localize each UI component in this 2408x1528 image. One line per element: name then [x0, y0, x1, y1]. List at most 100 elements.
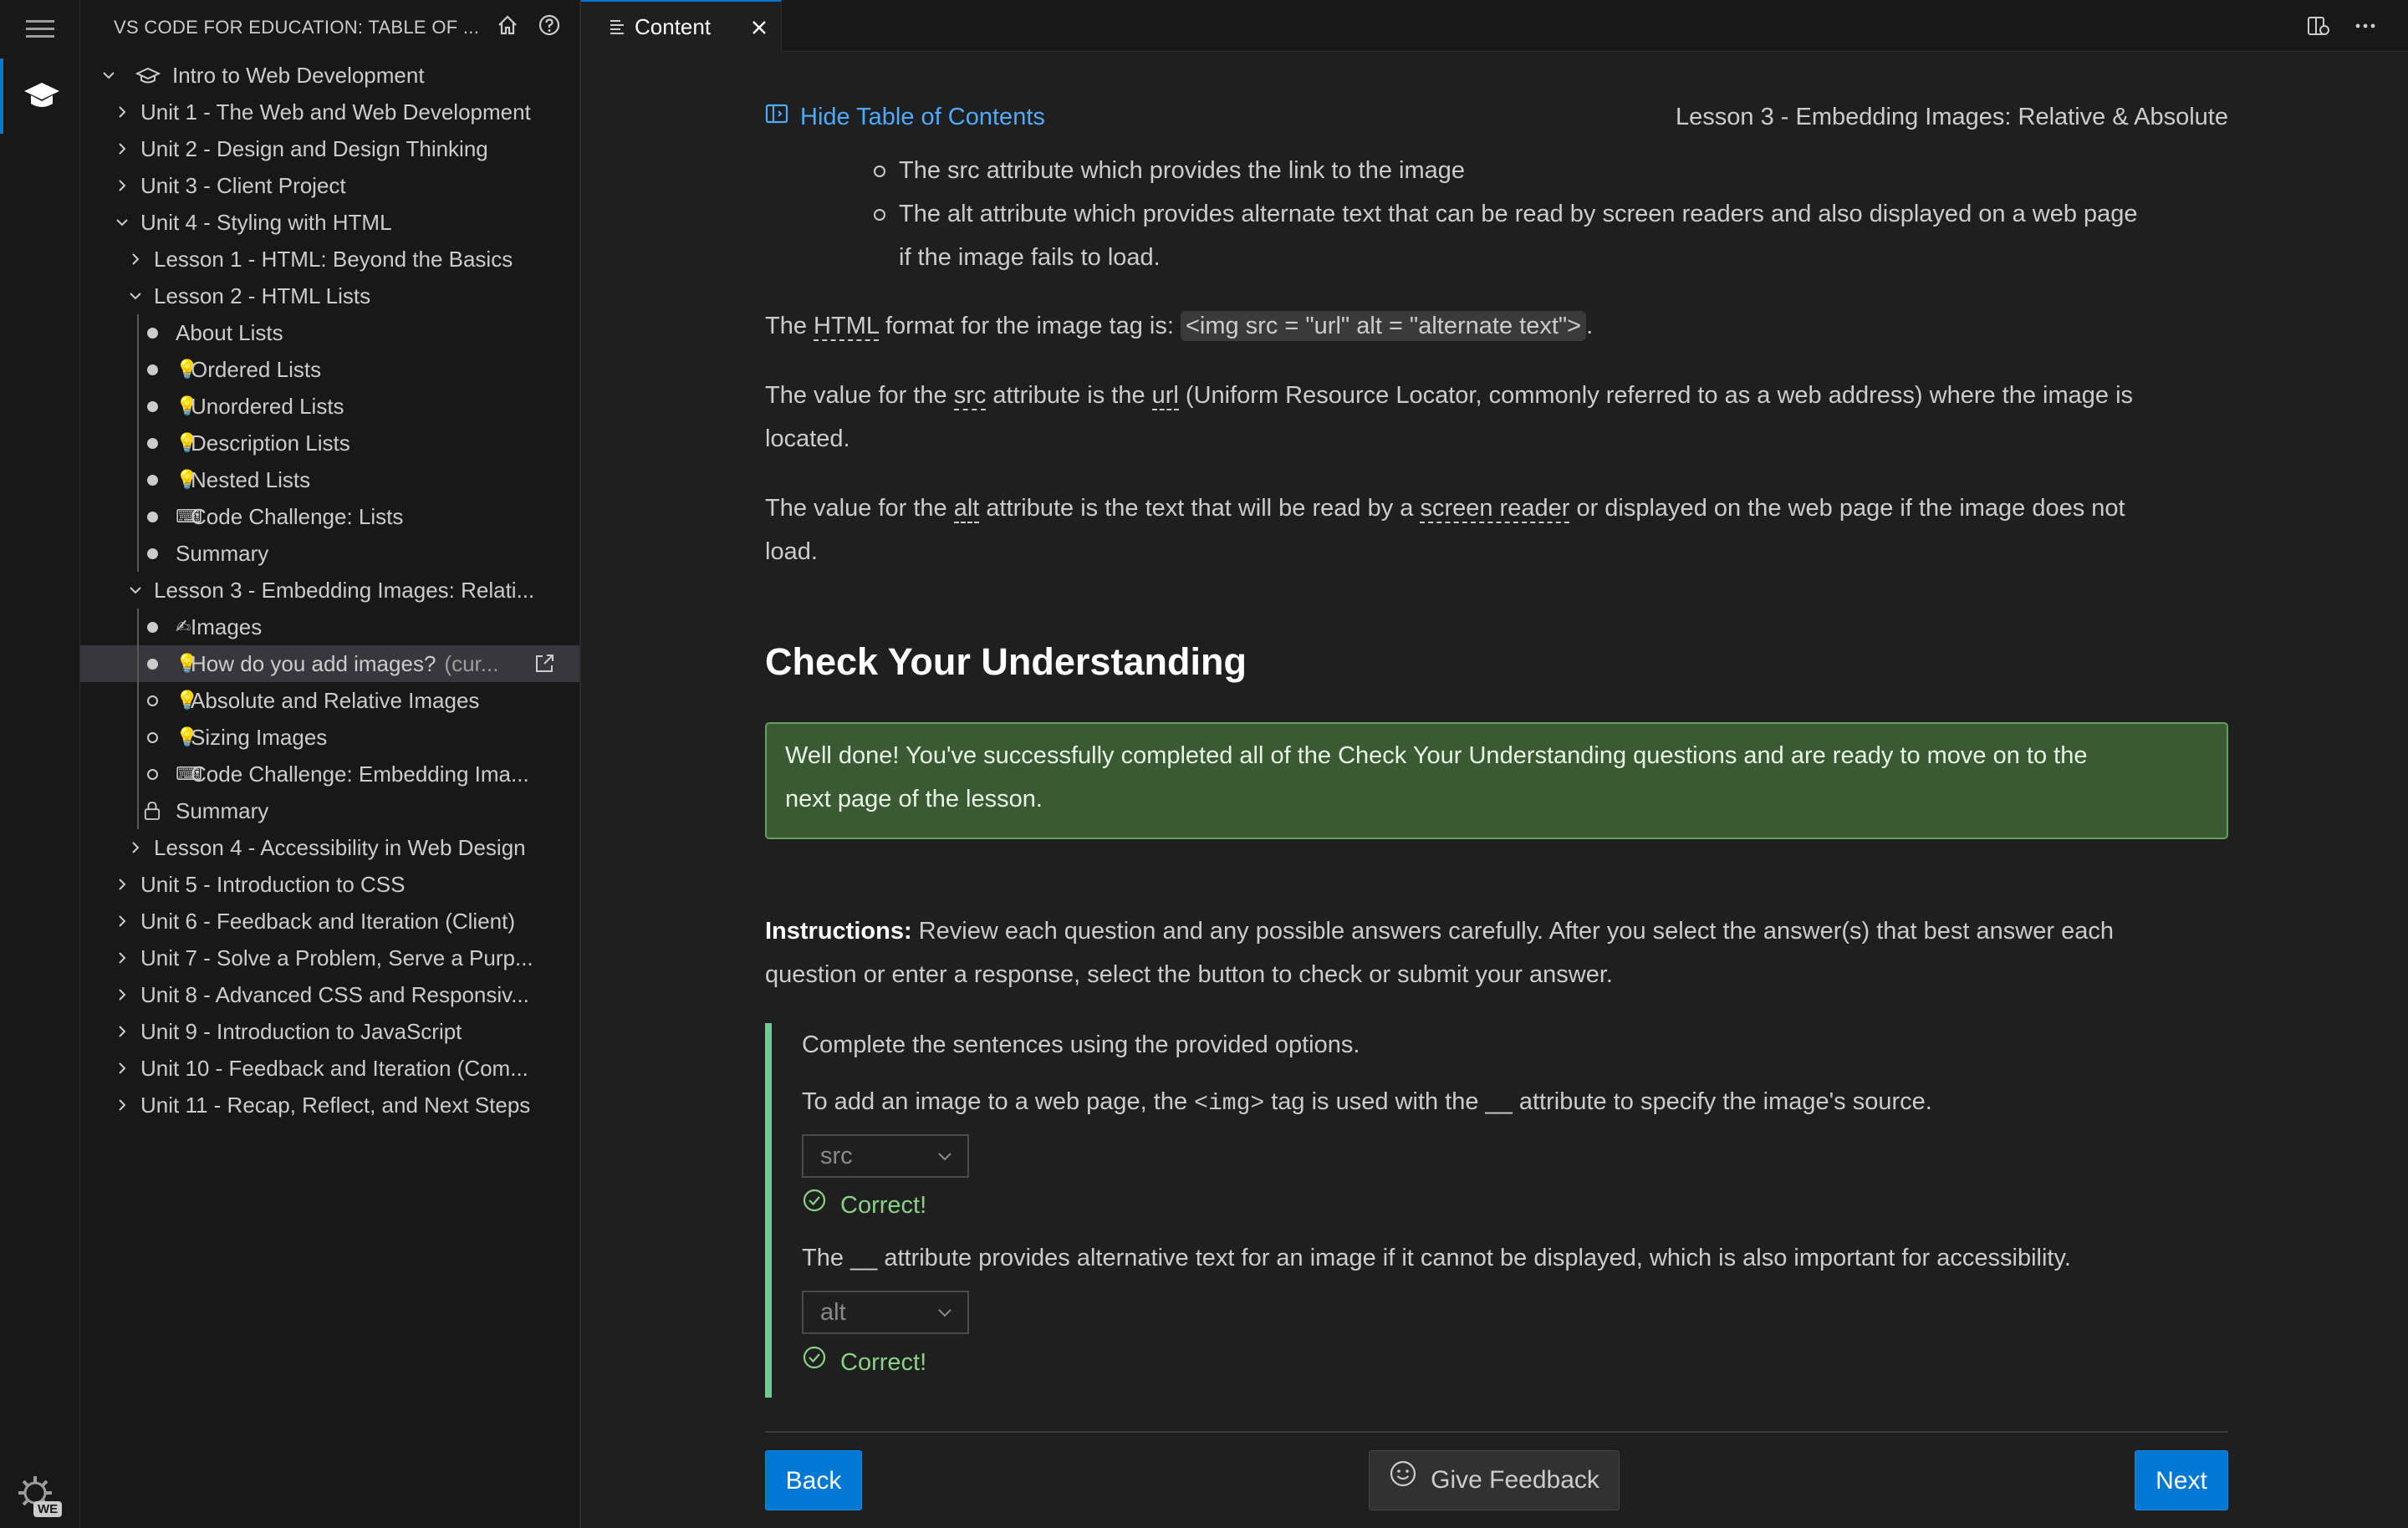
hamburger-menu-icon[interactable] — [23, 15, 57, 40]
list-icon — [610, 18, 626, 40]
chevron-right-icon[interactable] — [110, 976, 134, 1013]
toc-page-item[interactable]: 💡 Unordered Lists — [80, 388, 579, 425]
toc-page-item[interactable]: 💡 Description Lists — [80, 425, 579, 461]
complete-dot-icon — [144, 645, 161, 682]
tree-item-label: How do you add images? (cur... — [191, 645, 498, 682]
check-circle-icon — [802, 1341, 827, 1384]
chevron-right-icon[interactable] — [110, 167, 134, 204]
toc-unit-item[interactable]: Unit 4 - Styling with HTML — [80, 204, 579, 241]
open-external-icon[interactable] — [531, 650, 558, 677]
graduation-cap-icon[interactable] — [0, 59, 80, 134]
writing-hand-icon: ✍ — [176, 616, 191, 637]
toc-page-item[interactable]: 💡 Sizing Images — [80, 719, 579, 756]
chevron-down-icon[interactable] — [124, 278, 147, 314]
tab-content[interactable]: Content — [581, 0, 782, 52]
chevron-right-icon[interactable] — [110, 130, 134, 167]
check-circle-icon — [802, 1184, 827, 1227]
toc-unit-item[interactable]: Unit 10 - Feedback and Iteration (Com... — [80, 1050, 579, 1087]
toc-lesson-item[interactable]: Lesson 1 - HTML: Beyond the Basics — [80, 241, 579, 278]
toc-page-item[interactable]: Summary — [80, 535, 579, 572]
toc-unit-item[interactable]: Unit 2 - Design and Design Thinking — [80, 130, 579, 167]
more-actions-icon[interactable] — [2351, 12, 2380, 40]
manage-gear-icon[interactable]: WE — [15, 1473, 65, 1523]
toc-page-item[interactable]: 💡 Absolute and Relative Images — [80, 682, 579, 719]
toc-unit-item[interactable]: Unit 6 - Feedback and Iteration (Client) — [80, 903, 579, 940]
tree-item-label: Unit 5 - Introduction to CSS — [140, 866, 405, 903]
chevron-right-icon[interactable] — [110, 866, 134, 903]
toc-page-item[interactable]: Summary — [80, 792, 579, 829]
question-2-select[interactable]: alt — [802, 1291, 969, 1334]
help-icon[interactable] — [536, 12, 563, 38]
chevron-right-icon[interactable] — [110, 1087, 134, 1123]
complete-dot-icon — [144, 351, 161, 388]
next-button[interactable]: Next — [2135, 1450, 2228, 1510]
tree-item-text: Sizing Images — [191, 725, 328, 750]
tree-item-label: Lesson 2 - HTML Lists — [154, 278, 370, 314]
toc-unit-item[interactable]: Unit 1 - The Web and Web Development — [80, 94, 579, 130]
tree-item-text: Summary — [176, 798, 269, 823]
toc-unit-item[interactable]: Unit 11 - Recap, Reflect, and Next Steps — [80, 1087, 579, 1123]
hide-toc-link[interactable]: Hide Table of Contents — [765, 95, 1045, 139]
toc-unit-item[interactable]: Unit 7 - Solve a Problem, Serve a Purp..… — [80, 940, 579, 976]
tree-item-label: Lesson 1 - HTML: Beyond the Basics — [154, 241, 513, 278]
toc-unit-item[interactable]: Unit 8 - Advanced CSS and Responsiv... — [80, 976, 579, 1013]
toc-page-item[interactable]: 💡 How do you add images? (cur... — [80, 645, 579, 682]
back-button[interactable]: Back — [765, 1450, 862, 1510]
text: load. — [765, 538, 818, 565]
correct-label: Correct! — [840, 1349, 927, 1376]
toc-unit-item[interactable]: Unit 9 - Introduction to JavaScript — [80, 1013, 579, 1050]
text: (Uniform Resource Locator, commonly refe… — [1178, 382, 2134, 409]
glossary-term[interactable]: screen reader — [1420, 495, 1570, 523]
toc-page-item[interactable]: ✍ Images — [80, 609, 579, 645]
list-item: The alt attribute which provides alterna… — [874, 192, 2228, 236]
tab-bar: Content — [581, 0, 2408, 52]
toc-page-item[interactable]: About Lists — [80, 314, 579, 351]
toc-lesson-item[interactable]: Lesson 4 - Accessibility in Web Design — [80, 829, 579, 866]
tree-item-label: Unit 4 - Styling with HTML — [140, 204, 392, 241]
glossary-term[interactable]: alt — [953, 495, 980, 523]
chevron-right-icon[interactable] — [124, 829, 147, 866]
tree-item-text: Unit 3 - Client Project — [140, 173, 346, 198]
text: The value for the — [765, 382, 954, 409]
inline-code: <img src = "url" alt = "alternate text"> — [1180, 311, 1587, 341]
toc-unit-item[interactable]: Unit 5 - Introduction to CSS — [80, 866, 579, 903]
paragraph-alt: The value for the alt attribute is the t… — [765, 486, 2228, 573]
chevron-right-icon[interactable] — [110, 94, 134, 130]
chevron-right-icon[interactable] — [110, 1013, 134, 1050]
glossary-term[interactable]: url — [1151, 382, 1179, 410]
chevron-right-icon[interactable] — [110, 940, 134, 976]
question-1-select[interactable]: src — [802, 1134, 969, 1178]
text: question or enter a response, select the… — [765, 961, 1613, 988]
toc-course-item[interactable]: Intro to Web Development — [80, 57, 579, 94]
toc-page-item[interactable]: ⌨ Code Challenge: Lists — [80, 498, 579, 535]
open-preview-icon[interactable] — [2304, 12, 2333, 40]
chevron-right-icon[interactable] — [110, 903, 134, 940]
correct-label: Correct! — [840, 1192, 927, 1219]
toc-unit-item[interactable]: Unit 3 - Client Project — [80, 167, 579, 204]
text: tag is used with the __ attribute to spe… — [1264, 1088, 1932, 1115]
tree-item-label: About Lists — [176, 314, 283, 351]
lesson-content: Hide Table of Contents Lesson 3 - Embedd… — [765, 52, 2228, 1528]
table-of-contents-tree: Intro to Web Development Unit 1 - The Web… — [80, 57, 579, 1123]
toc-page-item[interactable]: 💡 Ordered Lists — [80, 351, 579, 388]
tree-item-label: Lesson 3 - Embedding Images: Relati... — [154, 572, 534, 609]
chevron-right-icon[interactable] — [124, 241, 147, 278]
chevron-right-icon[interactable] — [110, 1050, 134, 1087]
toc-page-item[interactable]: ⌨ Code Challenge: Embedding Ima... — [80, 756, 579, 792]
tree-item-label: Unit 8 - Advanced CSS and Responsiv... — [140, 976, 529, 1013]
close-icon[interactable] — [747, 15, 772, 40]
sidebar-title: VS CODE FOR EDUCATION: TABLE OF ... — [114, 17, 480, 38]
text: To add an image to a web page, the — [802, 1088, 1195, 1115]
chevron-down-icon[interactable] — [110, 204, 134, 241]
complete-dot-icon — [144, 461, 161, 498]
home-icon[interactable] — [494, 12, 521, 38]
glossary-term[interactable]: src — [953, 382, 987, 410]
select-value: alt — [820, 1299, 846, 1326]
chevron-down-icon[interactable] — [97, 57, 120, 94]
toc-lesson-item[interactable]: Lesson 3 - Embedding Images: Relati... — [80, 572, 579, 609]
toc-page-item[interactable]: 💡 Nested Lists — [80, 461, 579, 498]
chevron-down-icon[interactable] — [124, 572, 147, 609]
toc-lesson-item[interactable]: Lesson 2 - HTML Lists — [80, 278, 579, 314]
give-feedback-button[interactable]: Give Feedback — [1369, 1450, 1620, 1510]
glossary-term[interactable]: HTML — [814, 313, 879, 341]
